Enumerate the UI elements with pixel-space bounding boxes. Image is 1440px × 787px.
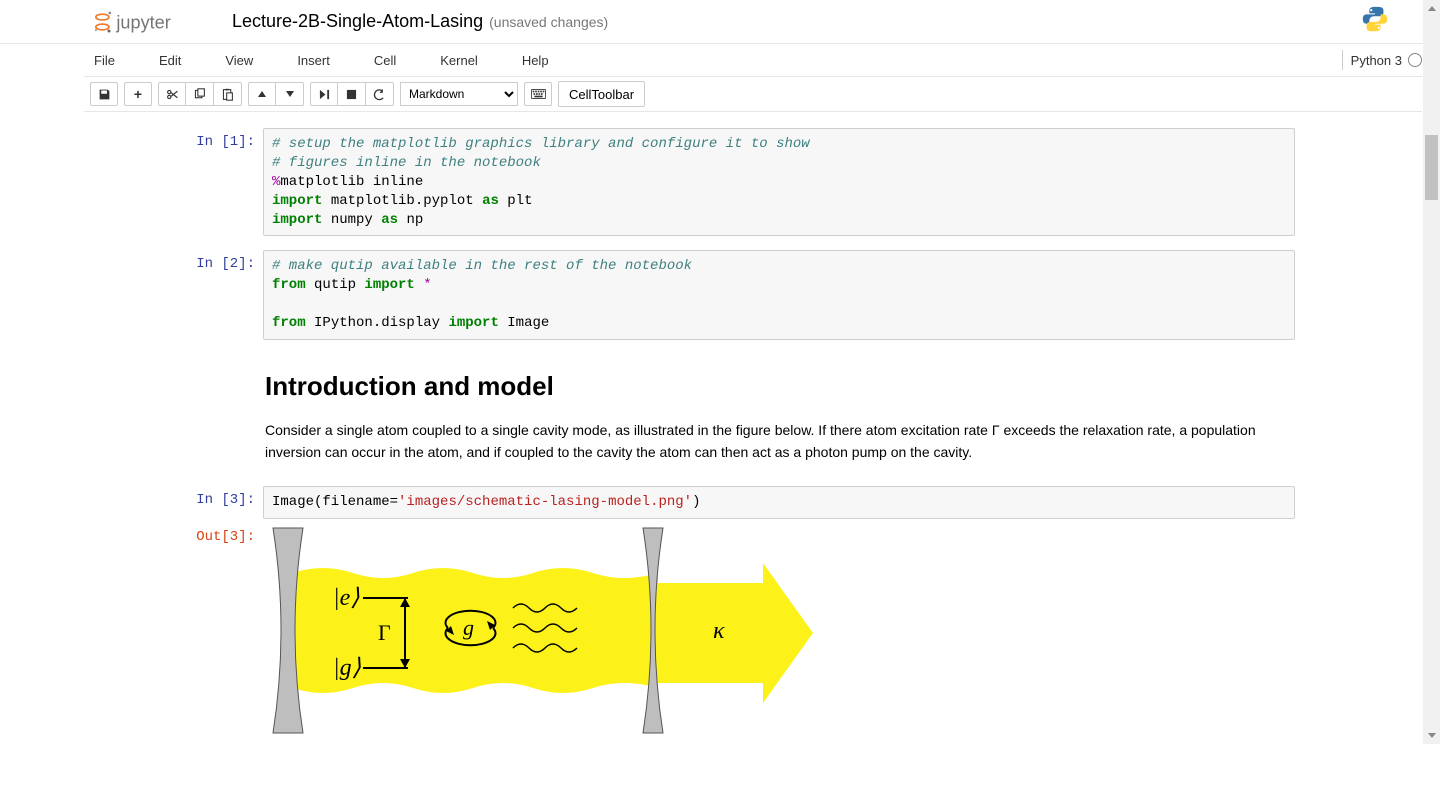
notebook-area: In [1]: # setup the matplotlib graphics … [145,128,1295,787]
scroll-down-icon [1428,733,1436,738]
run-button[interactable] [310,82,338,106]
kernel-name: Python 3 [1351,53,1402,68]
code-cell[interactable]: In [2]: # make qutip available in the re… [145,250,1295,340]
schematic-lasing-image: |e⟩ |g⟩ Γ g κ [263,523,813,738]
stop-icon [346,89,357,100]
jupyter-logo[interactable]: jupyter [86,8,216,36]
menubar: File Edit View Insert Cell Kernel Help P… [84,44,1422,77]
cell-type-select[interactable]: Markdown [400,82,518,106]
paste-icon [221,88,234,101]
step-forward-icon [319,89,330,100]
arrow-up-icon [258,91,266,97]
menu-file[interactable]: File [84,47,125,74]
input-prompt: In [2]: [145,250,263,340]
svg-text:Γ: Γ [378,620,391,645]
menu-insert[interactable]: Insert [287,47,340,74]
keyboard-icon [531,88,546,100]
toolbar: + Markd [84,77,1422,112]
notebook-header: jupyter Lecture-2B-Single-Atom-Lasing (u… [0,0,1440,44]
move-up-button[interactable] [248,82,276,106]
code-input[interactable]: # setup the matplotlib graphics library … [263,128,1295,236]
plus-icon: + [134,86,142,102]
copy-button[interactable] [186,82,214,106]
notebook-name[interactable]: Lecture-2B-Single-Atom-Lasing [232,11,483,32]
paste-button[interactable] [214,82,242,106]
markdown-paragraph: Consider a single atom coupled to a sing… [265,420,1293,463]
svg-text:κ: κ [713,618,725,644]
arrow-down-icon [286,91,294,97]
empty-prompt [145,344,263,482]
code-cell[interactable]: In [1]: # setup the matplotlib graphics … [145,128,1295,236]
code-cell[interactable]: In [3]: Image(filename='images/schematic… [145,486,1295,519]
scroll-up-icon [1428,6,1436,11]
svg-text:jupyter: jupyter [115,12,170,32]
markdown-cell[interactable]: Introduction and model Consider a single… [145,344,1295,482]
save-status: (unsaved changes) [489,14,608,30]
copy-icon [193,88,206,101]
input-prompt: In [1]: [145,128,263,236]
menu-edit[interactable]: Edit [149,47,191,74]
scrollbar-thumb[interactable] [1425,135,1438,200]
svg-text:|g⟩: |g⟩ [333,655,362,681]
output-prompt: Out[3]: [145,523,263,743]
kernel-status-idle-icon [1408,53,1422,67]
menu-help[interactable]: Help [512,47,559,74]
menu-view[interactable]: View [215,47,263,74]
kernel-logo-python [1360,4,1390,39]
floppy-icon [98,88,111,101]
cell-toolbar-button[interactable]: CellToolbar [558,81,645,107]
menu-kernel[interactable]: Kernel [430,47,488,74]
cut-button[interactable] [158,82,186,106]
vertical-scrollbar[interactable] [1423,0,1440,744]
restart-button[interactable] [366,82,394,106]
interrupt-button[interactable] [338,82,366,106]
svg-text:g: g [463,615,474,640]
menu-cell[interactable]: Cell [364,47,406,74]
refresh-icon [373,88,386,101]
markdown-heading: Introduction and model [265,366,1293,406]
input-prompt: In [3]: [145,486,263,519]
kernel-indicator: Python 3 [1342,50,1422,70]
scissors-icon [166,88,179,101]
insert-cell-button[interactable]: + [124,82,152,106]
move-down-button[interactable] [276,82,304,106]
output-cell: Out[3]: |e⟩ |g⟩ Γ [145,523,1295,743]
save-button[interactable] [90,82,118,106]
code-input[interactable]: Image(filename='images/schematic-lasing-… [263,486,1295,519]
code-input[interactable]: # make qutip available in the rest of th… [263,250,1295,340]
command-palette-button[interactable] [524,82,552,106]
svg-text:|e⟩: |e⟩ [333,585,360,611]
